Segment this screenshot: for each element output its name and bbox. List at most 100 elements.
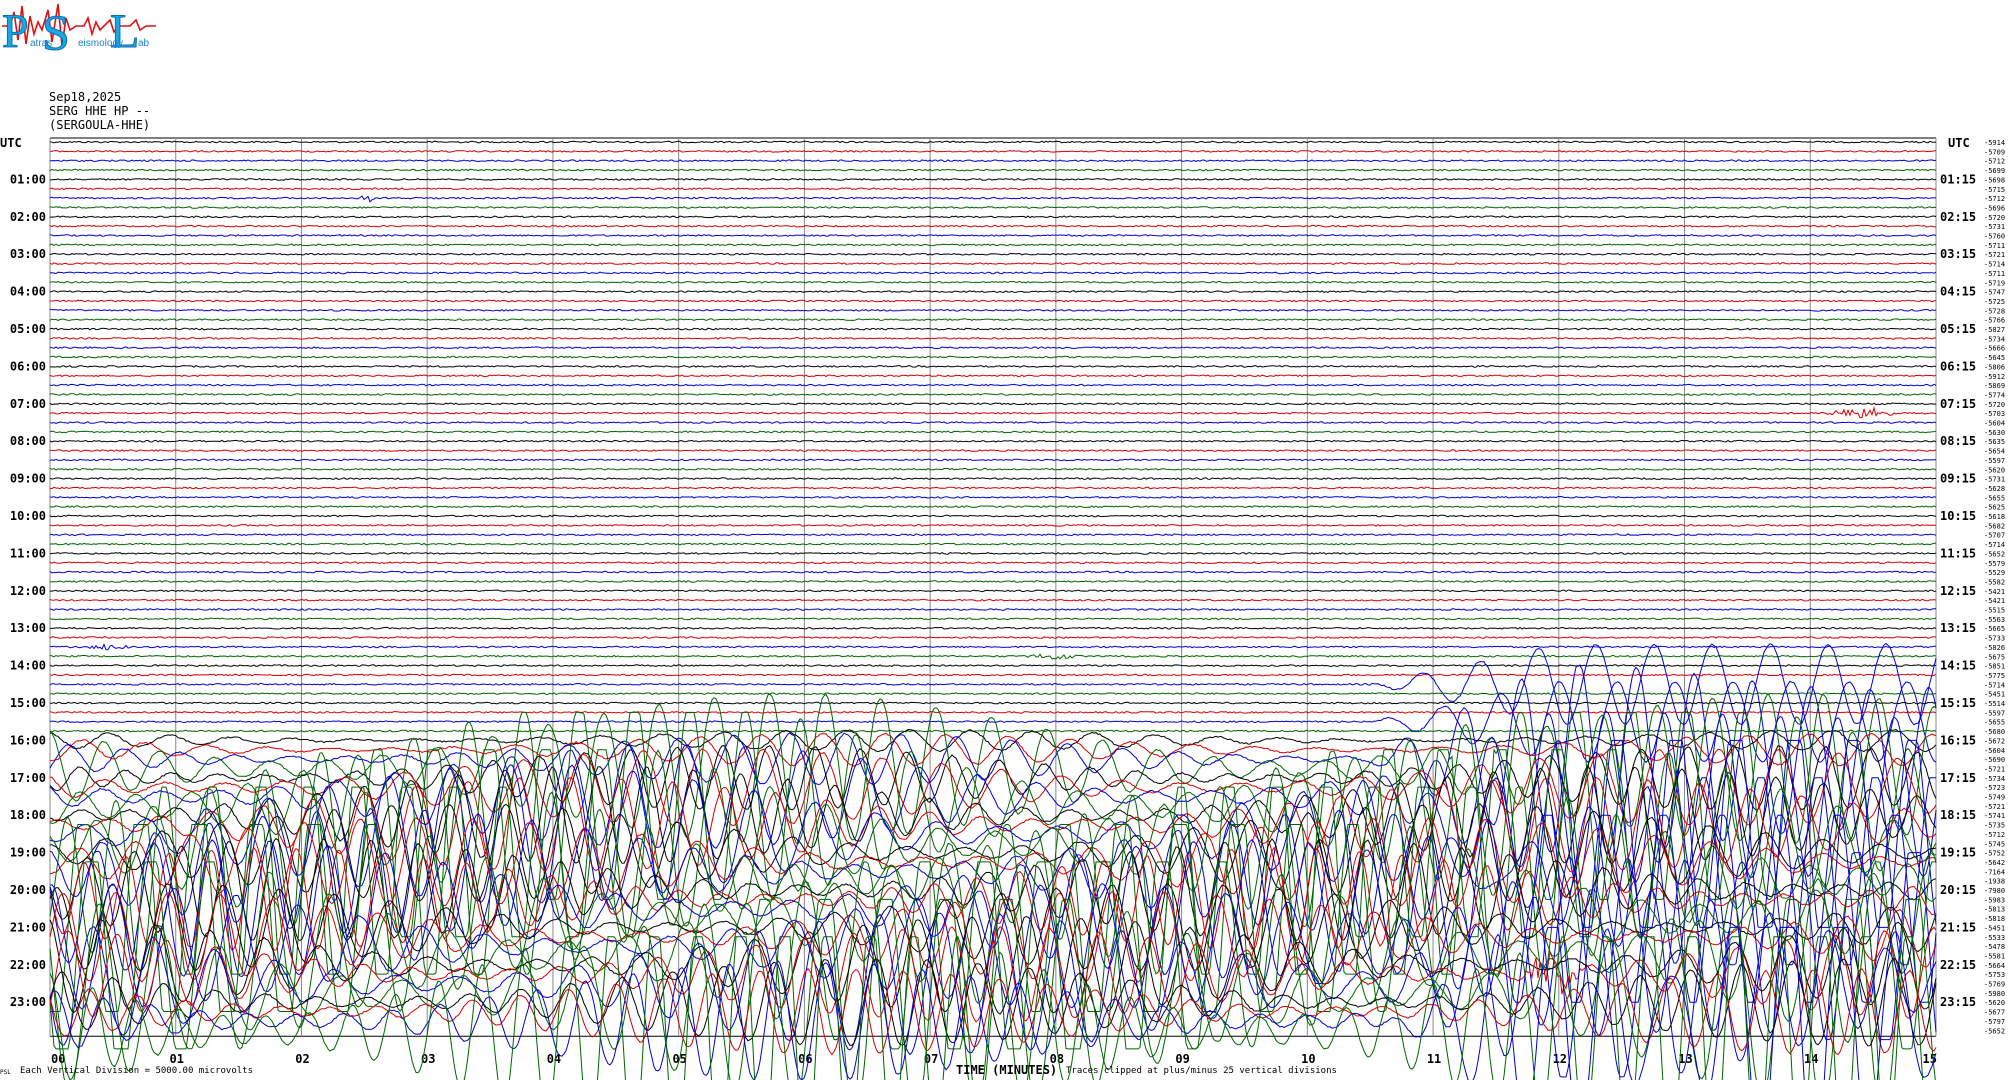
hour-label-left: 18:00 — [10, 808, 46, 822]
hour-label-right: 08:15 — [1940, 434, 1976, 448]
line-mean-label: -7164 — [1984, 868, 2005, 876]
x-tick-label: 11 — [1427, 1052, 1441, 1066]
line-mean-label: -5766 — [1984, 317, 2005, 325]
line-mean-label: -5579 — [1984, 560, 2005, 568]
line-mean-label: -5721 — [1984, 803, 2005, 811]
trace-line — [49, 168, 1937, 172]
hour-label-left: 11:00 — [10, 546, 46, 560]
line-mean-label: -5719 — [1984, 279, 2005, 287]
trace-line — [49, 653, 1937, 660]
trace-line — [49, 598, 1937, 602]
line-mean-label: -5645 — [1984, 354, 2005, 362]
trace-line — [49, 626, 1937, 630]
hour-label-right: 02:15 — [1940, 210, 1976, 224]
clip-note: Traces clipped at plus/minus 25 vertical… — [1066, 1066, 1337, 1076]
trace-line — [49, 551, 1937, 555]
line-mean-label: -5715 — [1984, 186, 2005, 194]
line-mean-label: -5728 — [1984, 307, 2005, 315]
trace-line — [49, 374, 1937, 378]
line-mean-label: -5699 — [1984, 167, 2005, 175]
hour-label-right: 18:15 — [1940, 808, 1976, 822]
trace-line — [50, 589, 1937, 593]
line-mean-label: -5582 — [1984, 578, 2005, 586]
hour-label-left: 05:00 — [10, 322, 46, 336]
trace-line — [49, 299, 1937, 303]
line-mean-label: -5625 — [1984, 504, 2005, 512]
line-mean-label: -5698 — [1984, 176, 2005, 184]
line-mean-label: -5760 — [1984, 233, 2005, 241]
line-mean-label: -5721 — [1984, 251, 2005, 259]
hour-label-right: 17:15 — [1940, 771, 1976, 785]
line-mean-label: -5733 — [1984, 635, 2005, 643]
trace-line — [49, 467, 1937, 471]
line-mean-label: -5712 — [1984, 158, 2005, 166]
trace-line — [49, 533, 1937, 537]
line-mean-label: -5769 — [1984, 981, 2005, 989]
line-mean-label: -5714 — [1984, 681, 2005, 689]
hour-label-left: 14:00 — [10, 659, 46, 673]
hour-label-left: 23:00 — [10, 995, 46, 1009]
hour-label-left: 16:00 — [10, 733, 46, 747]
trace-line — [49, 439, 1937, 443]
x-tick-label: 09 — [1175, 1052, 1189, 1066]
line-mean-label: -5635 — [1984, 438, 2005, 446]
trace-line — [50, 701, 1937, 705]
line-mean-label: -5696 — [1984, 204, 2005, 212]
hour-label-right: 04:15 — [1940, 285, 1976, 299]
line-mean-label: -5514 — [1984, 700, 2005, 708]
hour-label-right: 16:15 — [1940, 733, 1976, 747]
line-mean-label: -5709 — [1984, 148, 2005, 156]
line-mean-label: -5711 — [1984, 270, 2005, 278]
trace-line — [49, 449, 1937, 452]
helicorder-plot: 00 01 02 03 04 05 06 07 08 09 10 11 12 13 14 15UTC UTC01… — [0, 136, 2005, 1080]
trace-line — [49, 570, 1936, 574]
line-mean-label: -5869 — [1984, 382, 2005, 390]
line-mean-label: -5734 — [1984, 335, 2005, 343]
hour-label-left: 13:00 — [10, 621, 46, 635]
trace-line — [49, 636, 1937, 639]
hour-label-right: 05:15 — [1940, 322, 1976, 336]
line-mean-label: -5665 — [1984, 625, 2005, 633]
hour-label-right: 07:15 — [1940, 397, 1976, 411]
trace-line — [49, 290, 1937, 294]
line-mean-label: -5655 — [1984, 719, 2005, 727]
line-mean-label: -5745 — [1984, 840, 2005, 848]
line-mean-label: -5581 — [1984, 952, 2005, 960]
trace-line — [49, 430, 1937, 434]
line-mean-label: -5597 — [1984, 457, 2005, 465]
line-mean-label: -5478 — [1984, 943, 2005, 951]
line-mean-label: -5652 — [1984, 550, 2005, 558]
hour-label-right: 12:15 — [1940, 584, 1976, 598]
line-mean-label: -5597 — [1984, 709, 2005, 717]
trace-line — [50, 364, 1937, 368]
utc-left-label: UTC — [0, 136, 22, 150]
line-mean-label: -5515 — [1984, 607, 2005, 615]
x-tick-label: 12 — [1553, 1052, 1567, 1066]
line-mean-label: -5980 — [1984, 990, 2005, 998]
line-mean-label: -5720 — [1984, 214, 2005, 222]
trace-line — [49, 580, 1937, 583]
trace-line — [49, 224, 1937, 228]
trace-line — [49, 486, 1937, 490]
line-mean-label: -5630 — [1984, 429, 2005, 437]
trace-line — [49, 393, 1937, 396]
x-tick-label: 15 — [1923, 1052, 1937, 1066]
x-tick-label: 10 — [1301, 1052, 1315, 1066]
line-mean-label: -5707 — [1984, 532, 2005, 540]
hour-label-right: 15:15 — [1940, 696, 1976, 710]
line-mean-label: -5983 — [1984, 896, 2005, 904]
line-mean-label: -5666 — [1984, 345, 2005, 353]
trace-line — [49, 336, 1937, 340]
line-mean-label: -5749 — [1984, 794, 2005, 802]
trace-line — [49, 262, 1937, 265]
trace-line — [49, 318, 1937, 322]
trace-line — [49, 149, 1936, 153]
line-mean-label: -5620 — [1984, 466, 2005, 474]
trace-line — [49, 561, 1937, 565]
line-mean-label: -5682 — [1984, 522, 2005, 530]
line-mean-label: -5703 — [1984, 410, 2005, 418]
hour-label-left: 22:00 — [10, 958, 46, 972]
hour-label-left: 04:00 — [10, 285, 46, 299]
trace-line — [49, 514, 1937, 518]
trace-line — [49, 883, 1937, 972]
